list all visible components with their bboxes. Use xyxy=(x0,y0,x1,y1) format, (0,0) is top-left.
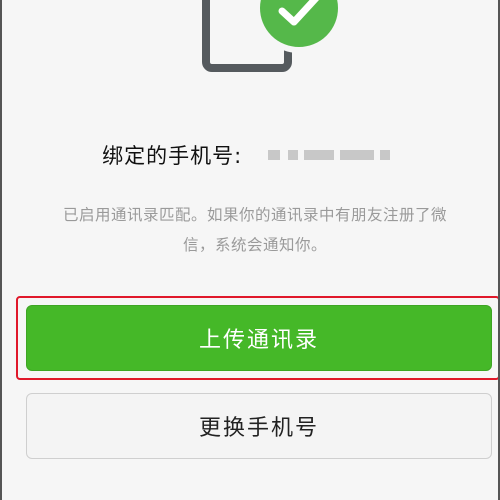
check-badge xyxy=(254,0,344,53)
masked-phone-number xyxy=(258,144,398,166)
change-phone-button[interactable]: 更换手机号 xyxy=(26,393,492,459)
bind-phone-screen: 绑定的手机号: 已启用通讯录匹配。如果你的通讯录中有朋友注册了微 信，系统会通知… xyxy=(0,0,500,500)
upload-contacts-label: 上传通讯录 xyxy=(198,328,319,353)
check-icon xyxy=(278,0,319,26)
upload-contacts-button[interactable]: 上传通讯录 xyxy=(26,305,492,371)
bound-phone-row: 绑定的手机号: xyxy=(2,140,498,170)
phone-verified-illustration xyxy=(202,0,352,80)
notice-line-2: 信，系统会通知你。 xyxy=(182,236,327,254)
notice-line-1: 已启用通讯录匹配。如果你的通讯录中有朋友注册了微 xyxy=(62,206,447,224)
change-phone-label: 更换手机号 xyxy=(198,416,319,441)
contacts-match-notice: 已启用通讯录匹配。如果你的通讯录中有朋友注册了微 信，系统会通知你。 xyxy=(30,200,480,260)
bound-phone-label: 绑定的手机号: xyxy=(102,144,243,168)
